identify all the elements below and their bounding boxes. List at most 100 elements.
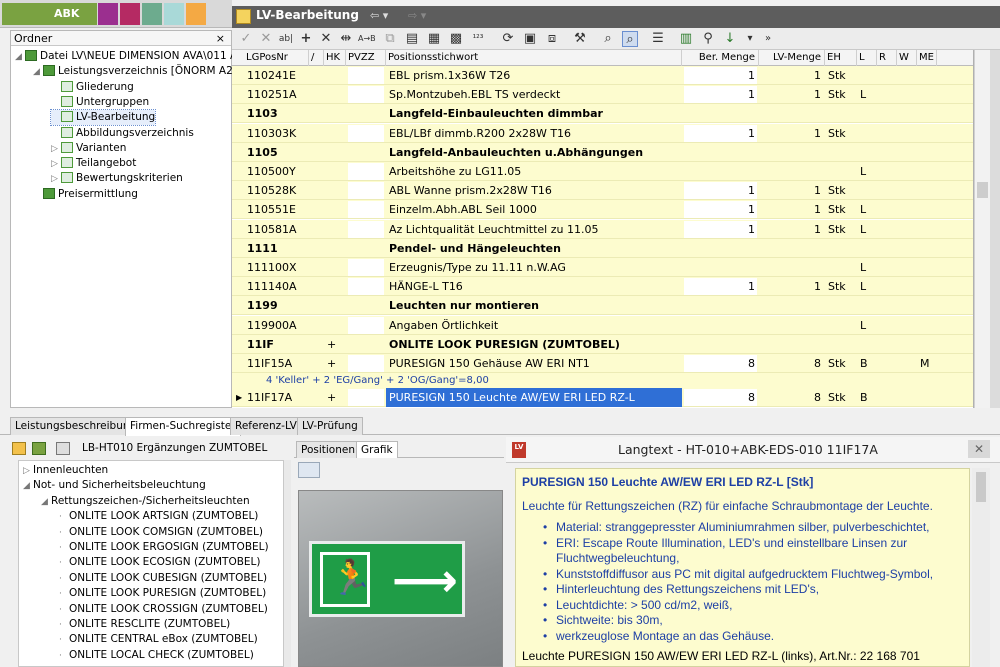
color-swatch-1[interactable] — [98, 3, 118, 25]
abk-logo[interactable]: ABK — [2, 3, 97, 25]
grid-cell[interactable] — [759, 143, 825, 162]
color-swatch-4[interactable] — [164, 3, 184, 25]
expand-toggle-icon[interactable]: · — [59, 510, 69, 525]
grid-cell[interactable]: HÄNGE-L T16 — [386, 277, 682, 296]
binoculars-icon[interactable]: ⚲ — [700, 31, 716, 47]
table-row[interactable]: 111140A HÄNGE-L T16 1 1 Stk L — [232, 277, 973, 297]
grid-cell[interactable] — [917, 277, 937, 296]
editable-cell[interactable] — [348, 220, 384, 238]
langtext-body[interactable]: PURESIGN 150 Leuchte AW/EW ERI LED RZ-L … — [515, 468, 970, 667]
close-icon[interactable]: × — [216, 31, 225, 46]
expand-toggle-icon[interactable]: · — [59, 618, 69, 633]
grid-cell[interactable] — [324, 124, 346, 143]
grid-cell[interactable]: EBL/LBf dimmb.R200 2x28W T16 — [386, 124, 682, 143]
expand-toggle-icon[interactable]: ◢ — [23, 479, 33, 494]
expand-toggle-icon[interactable]: · — [59, 649, 69, 664]
grid-cell[interactable] — [682, 316, 759, 335]
grid-cell[interactable] — [917, 85, 937, 104]
grid-cell[interactable]: 110303K — [244, 124, 309, 143]
overflow-icon[interactable]: » — [760, 31, 776, 47]
supplier-tree-item[interactable]: ◢ Rettungszeichen-/Sicherheitsleuchten — [41, 494, 250, 509]
grid-cell[interactable] — [917, 200, 937, 219]
supplier-tree-item[interactable]: · ONLITE RESCLITE (ZUMTOBEL) — [59, 617, 230, 632]
list-icon[interactable]: ☰ — [650, 31, 666, 47]
numbering-icon[interactable]: ¹²³ — [470, 31, 486, 47]
grid-cell[interactable] — [825, 296, 857, 315]
grid-cell[interactable]: 8 — [682, 388, 759, 407]
grid-cell[interactable]: Einzelm.Abh.ABL Seil 1000 — [386, 200, 682, 219]
expand-toggle-icon[interactable]: · — [59, 587, 69, 602]
folder-tree-item[interactable]: ◢ Datei LV\NEUE DIMENSION AVA\011 AUSS — [15, 49, 258, 64]
grid-cell[interactable]: L — [857, 220, 877, 239]
grid-cell[interactable]: Az Lichtqualität Leuchtmittel zu 11.05 — [386, 220, 682, 239]
grid-cell[interactable] — [682, 162, 759, 181]
grid-cell[interactable]: ABL Wanne prism.2x28W T16 — [386, 181, 682, 200]
grid-cell[interactable] — [682, 104, 759, 123]
grid-cell[interactable]: L — [857, 258, 877, 277]
supplier-tree-item[interactable]: · ONLITE LOOK ECOSIGN (ZUMTOBEL) — [59, 555, 261, 570]
image-view-button[interactable] — [298, 462, 320, 478]
editable-cell[interactable] — [348, 278, 384, 296]
arrow-down-icon[interactable]: ↓ — [722, 31, 738, 47]
grid-cell[interactable]: Stk — [825, 66, 857, 85]
lv-grid-scrollbar[interactable] — [974, 50, 990, 408]
grid-cell[interactable]: PURESIGN 150 Leuchte AW/EW ERI LED RZ-L — [386, 388, 682, 408]
grid-cell[interactable]: Leuchten nur montieren — [386, 296, 682, 315]
supplier-tree-item[interactable]: · ONLITE LOOK CUBESIGN (ZUMTOBEL) — [59, 571, 267, 586]
supplier-tree-item[interactable]: ▷ Innenleuchten — [23, 463, 108, 478]
supplier-tree-item[interactable]: · ONLITE LOOK ARTSIGN (ZUMTOBEL) — [59, 509, 258, 524]
grid-cell[interactable]: Langfeld-Anbauleuchten u.Abhängungen — [386, 143, 682, 162]
supplier-tree-item[interactable]: ◢ Not- und Sicherheitsbeleuchtung — [23, 478, 206, 493]
expand-toggle-icon[interactable]: · — [59, 526, 69, 541]
editable-cell[interactable] — [348, 355, 384, 372]
tools-icon[interactable]: ⚒ — [572, 31, 588, 47]
grid-cell[interactable] — [682, 143, 759, 162]
grid-cell[interactable] — [682, 296, 759, 315]
table-row[interactable]: 110241E EBL prism.1x36W T26 1 1 Stk — [232, 66, 973, 85]
editable-cell[interactable] — [348, 67, 384, 84]
grid-cell[interactable] — [825, 104, 857, 123]
grid-cell[interactable] — [917, 239, 937, 258]
grid-cell[interactable]: 110551E — [244, 200, 309, 219]
chevron-down-icon[interactable]: ▾ — [742, 31, 758, 47]
grid-cell[interactable]: 1 — [682, 181, 759, 200]
grid-cell[interactable]: 1103 — [244, 104, 309, 123]
table-row[interactable]: 111100X Erzeugnis/Type zu 11.11 n.W.AG L — [232, 258, 973, 277]
editable-cell[interactable] — [348, 201, 384, 219]
grid-cell[interactable]: 1 — [759, 85, 825, 104]
supplier-tree-item[interactable]: · ONLITE LOOK COMSIGN (ZUMTOBEL) — [59, 525, 263, 540]
grid-cell[interactable] — [759, 239, 825, 258]
close-icon[interactable]: ✕ — [968, 440, 990, 458]
column-header[interactable]: LGPosNr — [244, 50, 309, 66]
grid-cell[interactable]: 1 — [682, 220, 759, 239]
table-row[interactable]: 110551E Einzelm.Abh.ABL Seil 1000 1 1 Stk L — [232, 200, 973, 220]
editable-cell[interactable] — [348, 182, 384, 200]
supplier-tree-item[interactable]: · ONLITE CENTRAL eBox (ZUMTOBEL) — [59, 632, 258, 647]
text-format-icon[interactable]: ab| — [278, 31, 294, 47]
editable-cell[interactable] — [348, 124, 384, 142]
grid-cell[interactable]: Sp.Montzubeh.EBL TS verdeckt — [386, 85, 682, 104]
grid-cell[interactable]: 8 — [759, 388, 825, 407]
nav-back-icon[interactable]: ⇦ ▾ — [370, 9, 388, 22]
add-icon[interactable]: + — [298, 31, 314, 47]
supplier-tree-item[interactable]: · ONLITE LOOK CROSSIGN (ZUMTOBEL) — [59, 602, 268, 617]
supplier-tree-item[interactable]: · ONLITE LOOK ERGOSIGN (ZUMTOBEL) — [59, 540, 269, 555]
column-header[interactable]: EH — [825, 50, 857, 66]
grid-cell[interactable] — [324, 296, 346, 315]
grid-cell[interactable]: Langfeld-Einbauleuchten dimmbar — [386, 104, 682, 123]
expand-toggle-icon[interactable]: ▷ — [51, 172, 61, 187]
folder-tree-item[interactable]: ▷ Bewertungskriterien — [51, 171, 183, 186]
refresh-icon[interactable]: ⟳ — [500, 31, 516, 47]
column-header[interactable]: HK — [324, 50, 346, 66]
grid-cell[interactable]: 1105 — [244, 143, 309, 162]
folder-tree-item[interactable]: Gliederung — [51, 80, 134, 95]
grid-cell[interactable]: Stk — [825, 85, 857, 104]
grid-icon[interactable]: ▩ — [448, 31, 464, 47]
grid-cell[interactable]: 110581A — [244, 220, 309, 239]
calculator-icon[interactable]: ▦ — [426, 31, 442, 47]
expand-toggle-icon[interactable]: · — [59, 572, 69, 587]
grid-cell[interactable]: EBL prism.1x36W T26 — [386, 66, 682, 85]
windows-icon[interactable]: ⧈ — [544, 31, 560, 47]
search-active-icon[interactable]: ⌕ — [622, 31, 638, 47]
grid-cell[interactable]: 1111 — [244, 239, 309, 258]
